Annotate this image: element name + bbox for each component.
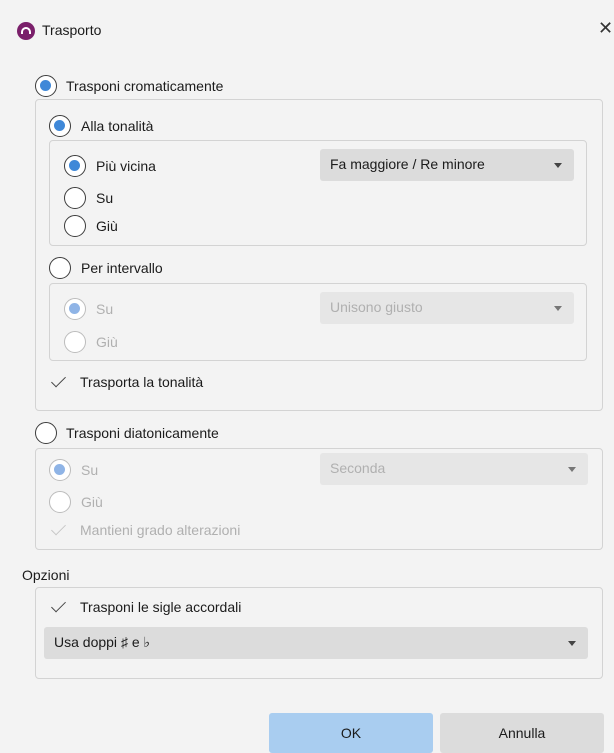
key-select-value: Fa maggiore / Re minore [330, 156, 485, 172]
ok-button[interactable]: OK [269, 713, 433, 753]
keep-degree-label: Mantieni grado alterazioni [80, 522, 241, 538]
radio-diatonic-down[interactable] [49, 491, 71, 513]
accidentals-select-value: Usa doppi ♯ e ♭ [54, 634, 151, 650]
options-header: Opzioni [22, 567, 70, 583]
checkbox-keep-degree[interactable] [49, 519, 71, 541]
window-title: Trasporto [42, 22, 102, 38]
by-interval-label: Per intervallo [81, 260, 163, 276]
app-logo-icon [17, 22, 35, 40]
cancel-button[interactable]: Annulla [440, 713, 604, 753]
radio-transpose-diatonic[interactable] [35, 422, 57, 444]
checkbox-chord-symbols[interactable] [49, 596, 71, 618]
to-key-label: Alla tonalità [81, 118, 154, 134]
degree-select-value: Seconda [330, 460, 386, 476]
radio-key-down[interactable] [64, 215, 86, 237]
chevron-down-icon [568, 641, 576, 646]
chord-symbols-label: Trasponi le sigle accordali [80, 599, 242, 615]
radio-diatonic-up[interactable] [49, 459, 71, 481]
radio-key-nearest[interactable] [64, 155, 86, 177]
key-up-label: Su [96, 190, 114, 206]
diatonic-down-label: Giù [81, 494, 103, 510]
transpose-diatonic-label: Trasponi diatonicamente [66, 425, 219, 441]
transpose-key-label: Trasporta la tonalità [80, 374, 204, 390]
checkbox-transpose-key[interactable] [49, 371, 71, 393]
radio-to-key[interactable] [49, 115, 71, 137]
radio-interval-up[interactable] [64, 298, 86, 320]
radio-by-interval[interactable] [49, 257, 71, 279]
interval-select-value: Unisono giusto [330, 299, 423, 315]
diatonic-up-label: Su [81, 462, 99, 478]
transpose-chromatic-label: Trasponi cromaticamente [66, 78, 224, 94]
radio-key-up[interactable] [64, 187, 86, 209]
interval-up-label: Su [96, 301, 114, 317]
interval-select[interactable]: Unisono giusto [320, 292, 574, 324]
degree-select[interactable]: Seconda [320, 453, 588, 485]
key-down-label: Giù [96, 218, 118, 234]
interval-down-label: Giù [96, 334, 118, 350]
key-nearest-label: Più vicina [96, 158, 156, 174]
radio-transpose-chromatic[interactable] [35, 75, 57, 97]
key-select[interactable]: Fa maggiore / Re minore [320, 149, 574, 181]
title-bar: Trasporto ✕ [0, 0, 614, 52]
chevron-down-icon [568, 467, 576, 472]
radio-interval-down[interactable] [64, 331, 86, 353]
chevron-down-icon [554, 163, 562, 168]
close-icon[interactable]: ✕ [598, 18, 613, 39]
chevron-down-icon [554, 306, 562, 311]
accidentals-select[interactable]: Usa doppi ♯ e ♭ [44, 627, 588, 659]
